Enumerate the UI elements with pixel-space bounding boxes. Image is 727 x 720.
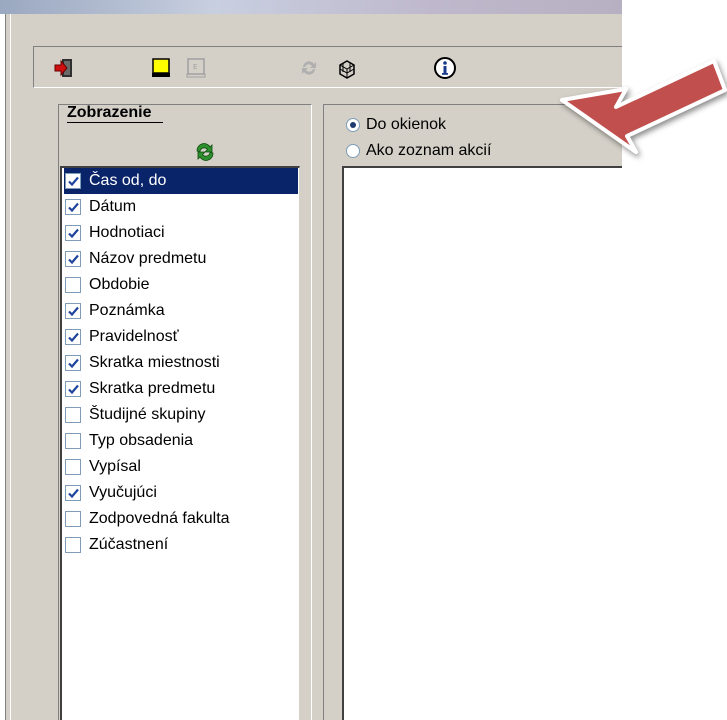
- checked-checkbox[interactable]: [65, 225, 81, 241]
- red-arrow-icon: [560, 59, 727, 154]
- column-item[interactable]: Študijné skupiny: [64, 402, 298, 428]
- checkbox[interactable]: [65, 511, 81, 527]
- toolbar: E: [33, 46, 622, 88]
- preview-list[interactable]: [342, 166, 622, 720]
- column-item-label: Čas od, do: [89, 172, 167, 189]
- column-item[interactable]: Vypísal: [64, 454, 298, 480]
- checked-checkbox[interactable]: [65, 355, 81, 371]
- column-item[interactable]: Poznámka: [64, 298, 298, 324]
- column-item[interactable]: Dátum: [64, 194, 298, 220]
- column-item[interactable]: Vyučujúci: [64, 480, 298, 506]
- radio-button[interactable]: [346, 118, 360, 132]
- checked-checkbox[interactable]: [65, 303, 81, 319]
- svg-text:E: E: [193, 63, 197, 71]
- document-yellow-icon[interactable]: [148, 55, 174, 81]
- checked-checkbox[interactable]: [65, 251, 81, 267]
- column-item-label: Názov predmetu: [89, 250, 207, 267]
- document-disabled-icon[interactable]: E: [183, 55, 209, 81]
- column-item[interactable]: Typ obsadenia: [64, 428, 298, 454]
- exit-icon[interactable]: [51, 55, 77, 81]
- window-edge: [10, 14, 11, 720]
- checked-checkbox[interactable]: [65, 199, 81, 215]
- checked-checkbox[interactable]: [65, 485, 81, 501]
- column-item[interactable]: Skratka miestnosti: [64, 350, 298, 376]
- column-item-label: Zúčastnení: [89, 536, 169, 553]
- column-item-label: Vyučujúci: [89, 484, 157, 501]
- column-list[interactable]: Čas od, do Dátum Hodnotiaci Názov predmetu O…: [60, 166, 300, 720]
- checked-checkbox[interactable]: [65, 329, 81, 345]
- radio-button[interactable]: [346, 144, 360, 158]
- radio-do-okienok[interactable]: Do okienok: [346, 114, 446, 136]
- column-item[interactable]: Názov predmetu: [64, 246, 298, 272]
- column-item[interactable]: Čas od, do: [64, 168, 298, 194]
- radio-label: Do okienok: [366, 116, 447, 133]
- column-item-label: Poznámka: [89, 302, 165, 319]
- checkbox[interactable]: [65, 407, 81, 423]
- radio-ako-zoznam-akcii[interactable]: Ako zoznam akcií: [346, 140, 491, 162]
- column-item-label: Pravidelnosť: [89, 328, 179, 345]
- column-item-label: Hodnotiaci: [89, 224, 165, 241]
- column-item[interactable]: Zodpovedná fakulta: [64, 506, 298, 532]
- checked-checkbox[interactable]: [65, 381, 81, 397]
- column-item-label: Skratka predmetu: [89, 380, 216, 397]
- checkbox[interactable]: [65, 433, 81, 449]
- column-item[interactable]: Zúčastnení: [64, 532, 298, 558]
- column-item-label: Skratka miestnosti: [89, 354, 220, 371]
- column-item-label: Zodpovedná fakulta: [89, 510, 230, 527]
- panel-title: Zobrazenie: [67, 104, 152, 121]
- title-bar-strip: [0, 0, 622, 14]
- radio-label: Ako zoznam akcií: [366, 142, 492, 159]
- checkbox[interactable]: [65, 277, 81, 293]
- column-item-label: Typ obsadenia: [89, 432, 194, 449]
- cube-grid-icon[interactable]: [334, 55, 360, 81]
- refresh-icon[interactable]: [193, 140, 217, 164]
- panel-title-underline: [67, 122, 163, 123]
- info-icon[interactable]: [432, 55, 458, 81]
- checked-checkbox[interactable]: [65, 173, 81, 189]
- column-item-label: Obdobie: [89, 276, 150, 293]
- column-item-label: Dátum: [89, 198, 137, 215]
- checkbox[interactable]: [65, 459, 81, 475]
- column-item-label: Vypísal: [89, 458, 141, 475]
- column-item[interactable]: Skratka predmetu: [64, 376, 298, 402]
- column-item-label: Študijné skupiny: [89, 406, 206, 423]
- refresh-disabled-icon[interactable]: [296, 55, 322, 81]
- checkbox[interactable]: [65, 537, 81, 553]
- column-item[interactable]: Pravidelnosť: [64, 324, 298, 350]
- column-item[interactable]: Hodnotiaci: [64, 220, 298, 246]
- column-item[interactable]: Obdobie: [64, 272, 298, 298]
